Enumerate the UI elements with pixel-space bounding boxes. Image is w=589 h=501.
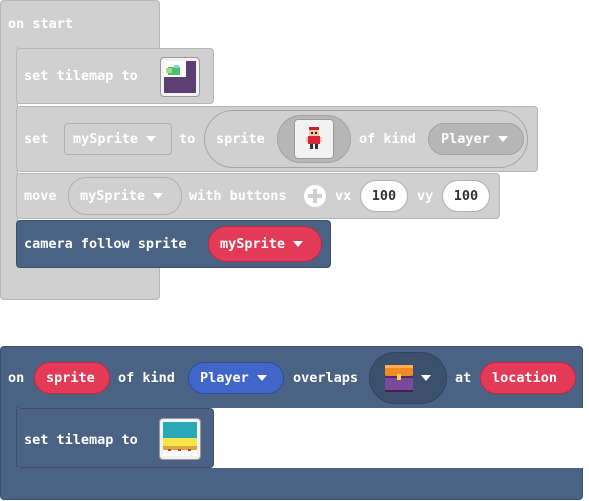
chevron-down-icon [497, 136, 508, 142]
variable-dropdown-mysprite[interactable]: mySprite [64, 123, 172, 155]
variable-name: sprite [46, 370, 95, 386]
sprite-thumbnail[interactable] [294, 119, 334, 159]
tilemap-preview-icon [164, 61, 196, 93]
treasure-chest-icon [385, 365, 413, 392]
variable-dropdown-mysprite[interactable]: mySprite [208, 226, 322, 262]
vy-number-field[interactable]: 100 [442, 180, 490, 212]
variable-name: mySprite [73, 131, 139, 147]
vx-number-field[interactable]: 100 [360, 180, 408, 212]
variable-name: mySprite [80, 188, 146, 204]
kind-name: Player [200, 370, 249, 386]
on-start-label: on start [8, 16, 74, 32]
kind-name: Player [441, 131, 490, 147]
chevron-down-icon [146, 136, 157, 142]
chevron-down-icon [153, 193, 164, 199]
camera-follow-label: camera follow sprite [24, 236, 187, 252]
on-start-footer [0, 268, 160, 300]
sprite-label: sprite [216, 131, 265, 147]
tilemap-thumbnail[interactable] [160, 57, 200, 97]
overlaps-label: overlaps [293, 370, 359, 386]
tilemap-preview-icon [163, 422, 197, 456]
player-sprite-icon [306, 127, 322, 149]
variable-name: location [492, 370, 558, 386]
of-kind-label: of kind [118, 370, 175, 386]
set-tilemap-label: set tilemap to [24, 432, 138, 448]
tilemap-thumbnail[interactable] [159, 418, 201, 460]
variable-name: mySprite [220, 236, 286, 252]
on-overlaps-footer [0, 468, 583, 500]
to-label: to [179, 131, 196, 147]
set-tilemap-label: set tilemap to [24, 68, 138, 84]
expand-plus-icon[interactable] [303, 184, 327, 208]
chevron-down-icon [421, 375, 431, 381]
vy-value: 100 [453, 188, 479, 204]
vx-label: vx [335, 188, 352, 204]
tile-dropdown[interactable] [369, 352, 447, 404]
of-kind-label: of kind [359, 131, 416, 147]
at-label: at [455, 370, 472, 386]
variable-dropdown-mysprite[interactable]: mySprite [68, 177, 182, 215]
move-label: move [24, 188, 57, 204]
with-buttons-label: with buttons [189, 188, 287, 204]
variable-dropdown-sprite[interactable]: sprite [34, 362, 110, 394]
kind-dropdown-player[interactable]: Player [188, 362, 284, 394]
kind-dropdown-player[interactable]: Player [428, 123, 524, 155]
variable-dropdown-location[interactable]: location [480, 362, 576, 394]
chevron-down-icon [256, 375, 267, 381]
vy-label: vy [417, 188, 434, 204]
set-label: set [24, 131, 49, 147]
vx-value: 100 [371, 188, 397, 204]
on-label: on [8, 370, 25, 386]
chevron-down-icon [293, 241, 304, 247]
